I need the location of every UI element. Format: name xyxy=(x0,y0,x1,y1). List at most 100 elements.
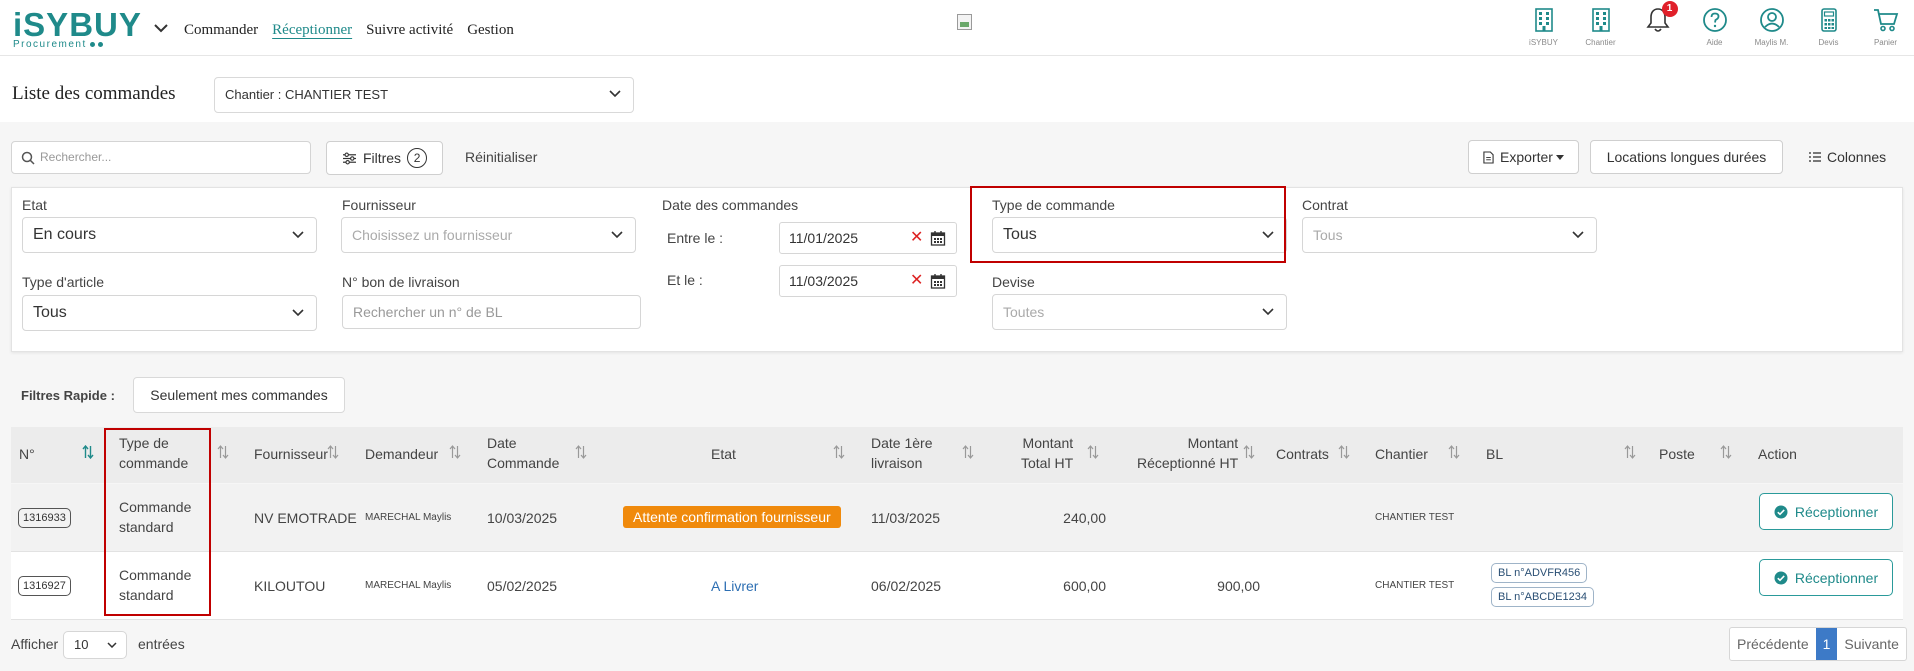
isybuy-shortcut-label: iSYBUY xyxy=(1529,38,1558,47)
cell-date-commande: 10/03/2025 xyxy=(487,510,558,526)
cell-date-livraison: 11/03/2025 xyxy=(871,510,941,526)
sort-icon[interactable] xyxy=(327,445,339,459)
type-article-value: Tous xyxy=(33,304,67,321)
quick-filters-label: Filtres Rapide : xyxy=(21,388,115,403)
bl-search-placeholder: Rechercher un n° de BL xyxy=(353,304,503,320)
cart-icon xyxy=(1873,9,1898,32)
col-header-date-livraison[interactable]: Date 1ère livraison xyxy=(871,433,932,473)
sort-icon[interactable] xyxy=(1243,445,1255,459)
building-icon xyxy=(1534,8,1553,32)
pagination-next[interactable]: Suivante xyxy=(1837,628,1905,660)
devis-button[interactable]: Devis xyxy=(1800,6,1857,47)
type-article-select[interactable]: Tous xyxy=(22,295,317,331)
sort-icon[interactable] xyxy=(1720,445,1732,459)
chevron-down-icon[interactable] xyxy=(154,23,168,33)
devise-select[interactable]: Toutes xyxy=(992,294,1287,330)
calendar-icon[interactable] xyxy=(930,230,946,246)
col-header-mr-line1: Montant xyxy=(1187,435,1239,451)
filters-button[interactable]: Filtres 2 xyxy=(326,141,443,175)
order-number-badge[interactable]: 1316927 xyxy=(18,576,71,596)
chantier-select[interactable]: Chantier : CHANTIER TEST xyxy=(214,77,634,113)
help-button[interactable]: Aide xyxy=(1686,6,1743,47)
order-number-badge[interactable]: 1316933 xyxy=(18,508,71,528)
search-placeholder: Rechercher... xyxy=(40,150,112,164)
receptionner-button[interactable]: Réceptionner xyxy=(1759,493,1893,530)
col-header-action: Action xyxy=(1758,446,1797,462)
col-header-montant-recu[interactable]: Montant Réceptionné HT xyxy=(1137,433,1238,473)
sort-icon[interactable] xyxy=(1087,445,1099,459)
sort-icon[interactable] xyxy=(833,445,845,459)
col-header-demandeur[interactable]: Demandeur xyxy=(365,444,438,464)
receptionner-button[interactable]: Réceptionner xyxy=(1759,559,1893,596)
isybuy-shortcut[interactable]: iSYBUY xyxy=(1515,6,1572,47)
col-header-date-line2: Commande xyxy=(487,455,560,471)
sort-active-icon[interactable] xyxy=(82,445,94,459)
contrat-select[interactable]: Tous xyxy=(1302,217,1597,253)
etat-select-value: En cours xyxy=(33,226,97,243)
clear-date-to-icon[interactable]: ✕ xyxy=(910,266,923,296)
page-length-select[interactable]: 10 xyxy=(63,631,127,659)
fournisseur-select[interactable]: Choisissez un fournisseur xyxy=(341,217,636,253)
devise-value: Toutes xyxy=(1003,304,1045,320)
user-menu-button[interactable]: Maylis M. xyxy=(1743,6,1800,47)
date-from-input[interactable]: 11/01/2025 ✕ xyxy=(779,222,957,254)
sort-icon[interactable] xyxy=(1448,445,1460,459)
col-header-bl[interactable]: BL xyxy=(1486,444,1503,464)
etat-select[interactable]: En cours xyxy=(22,217,317,253)
entries-label: entrées xyxy=(138,636,185,652)
calendar-icon[interactable] xyxy=(930,273,946,289)
clear-date-from-icon[interactable]: ✕ xyxy=(910,223,923,253)
col-header-etat[interactable]: Etat xyxy=(711,444,736,464)
cell-fournisseur: NV EMOTRADE xyxy=(254,510,357,526)
bl-search-input[interactable]: Rechercher un n° de BL xyxy=(342,295,641,329)
chevron-down-icon xyxy=(1262,308,1274,316)
bl-tag[interactable]: BL n°ABCDE1234 xyxy=(1491,587,1594,607)
sort-icon[interactable] xyxy=(1338,445,1350,459)
sort-icon[interactable] xyxy=(962,445,974,459)
logo-subtitle-text: Procurement xyxy=(13,39,87,50)
date-to-input[interactable]: 11/03/2025 ✕ xyxy=(779,265,957,297)
col-header-date-line1: Date xyxy=(487,435,517,451)
col-header-contrats[interactable]: Contrats xyxy=(1276,444,1329,464)
sort-icon[interactable] xyxy=(217,445,229,459)
table-header: N° Type de commande Fournisseur Demandeu… xyxy=(11,427,1903,483)
chevron-down-icon xyxy=(611,231,623,239)
col-header-chantier[interactable]: Chantier xyxy=(1375,444,1428,464)
only-my-orders-button[interactable]: Seulement mes commandes xyxy=(133,377,345,413)
chantier-shortcut[interactable]: Chantier xyxy=(1572,6,1629,47)
long-rentals-button[interactable]: Locations longues durées xyxy=(1590,140,1783,174)
col-header-livr-line2: livraison xyxy=(871,455,923,471)
menu-suivre-activite[interactable]: Suivre activité xyxy=(366,22,453,39)
sort-icon[interactable] xyxy=(449,445,461,459)
table-row: 1316933 Commande standard NV EMOTRADE MA… xyxy=(11,484,1903,552)
reset-filters-link[interactable]: Réinitialiser xyxy=(465,149,537,165)
date-label: Date des commandes xyxy=(662,197,799,213)
col-header-montant-total[interactable]: Montant Total HT xyxy=(1021,433,1073,473)
bl-tag[interactable]: BL n°ADVFR456 xyxy=(1491,563,1588,583)
isybuy-logo[interactable]: iSYBUY Procurement xyxy=(13,8,142,50)
date-from-label: Entre le : xyxy=(667,230,724,246)
sort-icon[interactable] xyxy=(575,445,587,459)
col-header-date-commande[interactable]: Date Commande xyxy=(487,433,559,473)
col-header-mt-line1: Montant xyxy=(1022,435,1074,451)
col-header-mr-line2: Réceptionné HT xyxy=(1137,455,1239,471)
pagination-previous[interactable]: Précédente xyxy=(1730,628,1816,660)
col-header-num[interactable]: N° xyxy=(19,444,35,464)
menu-receptionner[interactable]: Réceptionner xyxy=(272,22,352,39)
col-header-poste[interactable]: Poste xyxy=(1659,444,1695,464)
export-button[interactable]: Exporter xyxy=(1468,140,1579,174)
contrat-value: Tous xyxy=(1313,227,1343,243)
cell-date-commande: 05/02/2025 xyxy=(487,578,558,594)
columns-button[interactable]: Colonnes xyxy=(1808,149,1886,165)
notifications-button[interactable]: 1 xyxy=(1629,1,1686,47)
menu-gestion[interactable]: Gestion xyxy=(467,22,514,39)
long-rentals-label: Locations longues durées xyxy=(1606,149,1767,165)
cart-button[interactable]: Panier xyxy=(1857,6,1914,47)
col-header-fournisseur[interactable]: Fournisseur xyxy=(254,444,328,464)
pagination-page-1[interactable]: 1 xyxy=(1815,628,1838,660)
menu-commander[interactable]: Commander xyxy=(184,22,258,39)
sort-icon[interactable] xyxy=(1624,445,1636,459)
check-circle-icon xyxy=(1774,571,1788,584)
status-link[interactable]: A Livrer xyxy=(711,576,758,596)
search-input[interactable]: Rechercher... xyxy=(11,141,311,174)
